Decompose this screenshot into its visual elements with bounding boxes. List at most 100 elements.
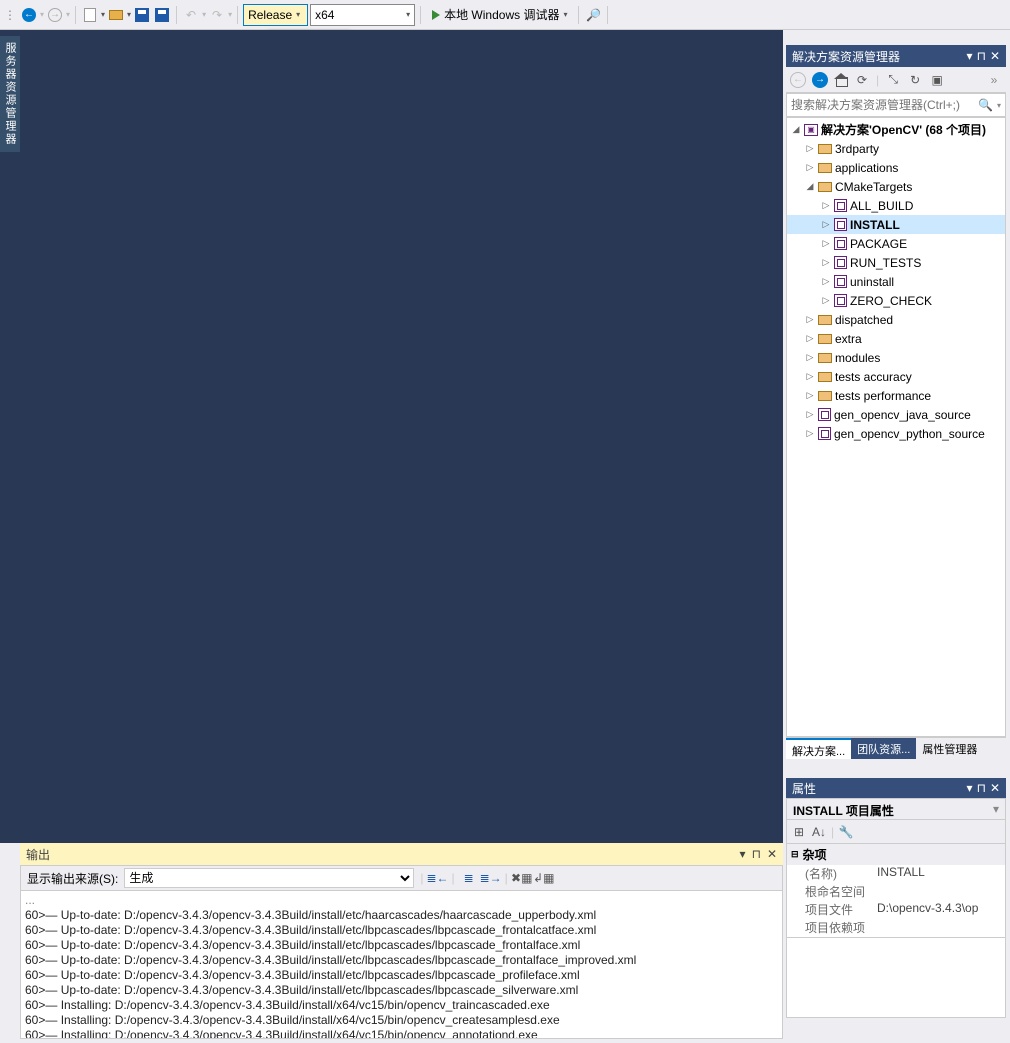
pin-icon[interactable]: ⊓: [977, 49, 986, 63]
expand-icon[interactable]: ▷: [805, 162, 815, 173]
dropdown-icon[interactable]: ▾: [740, 847, 746, 861]
expand-icon[interactable]: ▷: [805, 409, 815, 420]
show-all-icon[interactable]: ▣: [929, 72, 945, 88]
expand-icon[interactable]: ▷: [805, 314, 815, 325]
dropdown-icon[interactable]: ▾: [967, 781, 973, 795]
expand-icon[interactable]: ▷: [821, 219, 831, 230]
property-row[interactable]: 项目依赖项: [787, 919, 1005, 937]
expand-icon[interactable]: ◢: [791, 124, 801, 135]
tab-property-manager[interactable]: 属性管理器: [916, 738, 983, 759]
home-icon[interactable]: [834, 73, 848, 87]
close-icon[interactable]: ✕: [990, 781, 1000, 795]
expand-icon[interactable]: ▷: [805, 371, 815, 382]
expand-icon[interactable]: ▷: [821, 200, 831, 211]
tree-item[interactable]: ▷gen_opencv_python_source: [787, 424, 1005, 443]
dropdown-arrow-icon[interactable]: ▾: [202, 10, 206, 19]
redo-button[interactable]: ↷: [208, 6, 226, 24]
dropdown-arrow-icon[interactable]: ▾: [66, 10, 70, 19]
solution-icon: ▣: [804, 124, 818, 136]
expand-icon[interactable]: ▷: [821, 295, 831, 306]
tree-item[interactable]: ▷RUN_TESTS: [787, 253, 1005, 272]
properties-grid: ⊟ 杂项 (名称)INSTALL根命名空间项目文件D:\opencv-3.4.3…: [786, 844, 1006, 1018]
expand-icon[interactable]: ▷: [821, 238, 831, 249]
tree-item[interactable]: ▷INSTALL: [787, 215, 1005, 234]
alphabetical-icon[interactable]: A↓: [811, 824, 827, 840]
save-button[interactable]: [133, 6, 151, 24]
tree-item[interactable]: ◢CMakeTargets: [787, 177, 1005, 196]
expand-icon[interactable]: ▷: [805, 333, 815, 344]
output-text[interactable]: ... 60>— Up-to-date: D:/opencv-3.4.3/ope…: [20, 891, 783, 1039]
se-forward-button[interactable]: →: [812, 72, 828, 88]
platform-dropdown[interactable]: x64▾: [310, 4, 415, 26]
tree-item[interactable]: ▷gen_opencv_java_source: [787, 405, 1005, 424]
save-all-button[interactable]: [153, 6, 171, 24]
expand-icon[interactable]: ▷: [805, 428, 815, 439]
refresh-icon[interactable]: ↻: [907, 72, 923, 88]
tab-solution-explorer[interactable]: 解决方案...: [786, 738, 851, 759]
properties-toolbar: ⊞ A↓ | 🔧: [786, 820, 1006, 844]
properties-panel: 属性 ▾ ⊓ ✕ INSTALL 项目属性 ▾ ⊞ A↓ | 🔧 ⊟ 杂项 (名…: [786, 778, 1006, 1018]
tree-item[interactable]: ▷tests performance: [787, 386, 1005, 405]
tree-item[interactable]: ▷dispatched: [787, 310, 1005, 329]
goto-next-icon[interactable]: ≣→: [483, 870, 499, 886]
tree-item[interactable]: ▷modules: [787, 348, 1005, 367]
properties-category[interactable]: ⊟ 杂项: [787, 844, 1005, 865]
tree-item[interactable]: ▷ALL_BUILD: [787, 196, 1005, 215]
nav-back-button[interactable]: ←: [20, 6, 38, 24]
project-icon: [834, 256, 847, 269]
sync-icon[interactable]: ⟳: [854, 72, 870, 88]
expand-icon[interactable]: ◢: [805, 181, 815, 192]
expand-icon[interactable]: ▷: [821, 257, 831, 268]
solution-root[interactable]: ◢ ▣ 解决方案'OpenCV' (68 个项目): [787, 120, 1005, 139]
tab-team-explorer[interactable]: 团队资源...: [851, 738, 916, 759]
se-back-button[interactable]: ←: [790, 72, 806, 88]
folder-icon: [818, 334, 832, 344]
overflow-icon[interactable]: »: [986, 72, 1002, 88]
pin-icon[interactable]: ⊓: [977, 781, 986, 795]
tree-item[interactable]: ▷applications: [787, 158, 1005, 177]
property-row[interactable]: (名称)INSTALL: [787, 865, 1005, 883]
tree-item[interactable]: ▷PACKAGE: [787, 234, 1005, 253]
tree-item[interactable]: ▷tests accuracy: [787, 367, 1005, 386]
nav-forward-button[interactable]: →: [46, 6, 64, 24]
tree-item[interactable]: ▷ZERO_CHECK: [787, 291, 1005, 310]
undo-button[interactable]: ↶: [182, 6, 200, 24]
wrench-icon[interactable]: 🔧: [838, 824, 854, 840]
property-row[interactable]: 根命名空间: [787, 883, 1005, 901]
expand-icon[interactable]: ▷: [805, 390, 815, 401]
output-line: 60>— Installing: D:/opencv-3.4.3/opencv-…: [25, 1028, 778, 1039]
start-debugging-button[interactable]: 本地 Windows 调试器 ▾: [426, 4, 573, 26]
close-icon[interactable]: ✕: [990, 49, 1000, 63]
goto-icon[interactable]: ≣: [461, 870, 477, 886]
property-row[interactable]: 项目文件D:\opencv-3.4.3\op: [787, 901, 1005, 919]
goto-prev-icon[interactable]: ≣←: [429, 870, 445, 886]
close-icon[interactable]: ✕: [767, 847, 777, 861]
dropdown-arrow-icon[interactable]: ▾: [127, 10, 131, 19]
properties-header: 属性 ▾ ⊓ ✕: [786, 778, 1006, 798]
search-dropdown-icon[interactable]: ▾: [997, 101, 1001, 110]
clear-icon[interactable]: ✖▦: [514, 870, 530, 886]
pin-icon[interactable]: ⊓: [752, 847, 761, 861]
configuration-dropdown[interactable]: Release▾: [243, 4, 308, 26]
dropdown-icon[interactable]: ▾: [967, 49, 973, 63]
output-source-select[interactable]: 生成: [124, 868, 414, 888]
tree-item[interactable]: ▷extra: [787, 329, 1005, 348]
expand-icon[interactable]: ▷: [805, 352, 815, 363]
collapse-icon[interactable]: ⤡: [885, 72, 901, 88]
expand-icon[interactable]: ▷: [805, 143, 815, 154]
wrap-icon[interactable]: ↲▦: [536, 870, 552, 886]
categorized-icon[interactable]: ⊞: [791, 824, 807, 840]
tree-item[interactable]: ▷3rdparty: [787, 139, 1005, 158]
dropdown-arrow-icon[interactable]: ▾: [228, 10, 232, 19]
dropdown-arrow-icon[interactable]: ▾: [101, 10, 105, 19]
tree-item[interactable]: ▷uninstall: [787, 272, 1005, 291]
find-button[interactable]: 🔎: [584, 6, 602, 24]
open-button[interactable]: [107, 6, 125, 24]
solution-explorer-header: 解决方案资源管理器 ▾ ⊓ ✕: [786, 45, 1006, 67]
dropdown-arrow-icon[interactable]: ▾: [40, 10, 44, 19]
expand-icon[interactable]: ▷: [821, 276, 831, 287]
solution-search-input[interactable]: [791, 98, 978, 112]
server-explorer-tab[interactable]: 服务器资源管理器: [0, 36, 20, 152]
solution-search-box[interactable]: 🔍 ▾: [786, 93, 1006, 117]
new-file-button[interactable]: [81, 6, 99, 24]
